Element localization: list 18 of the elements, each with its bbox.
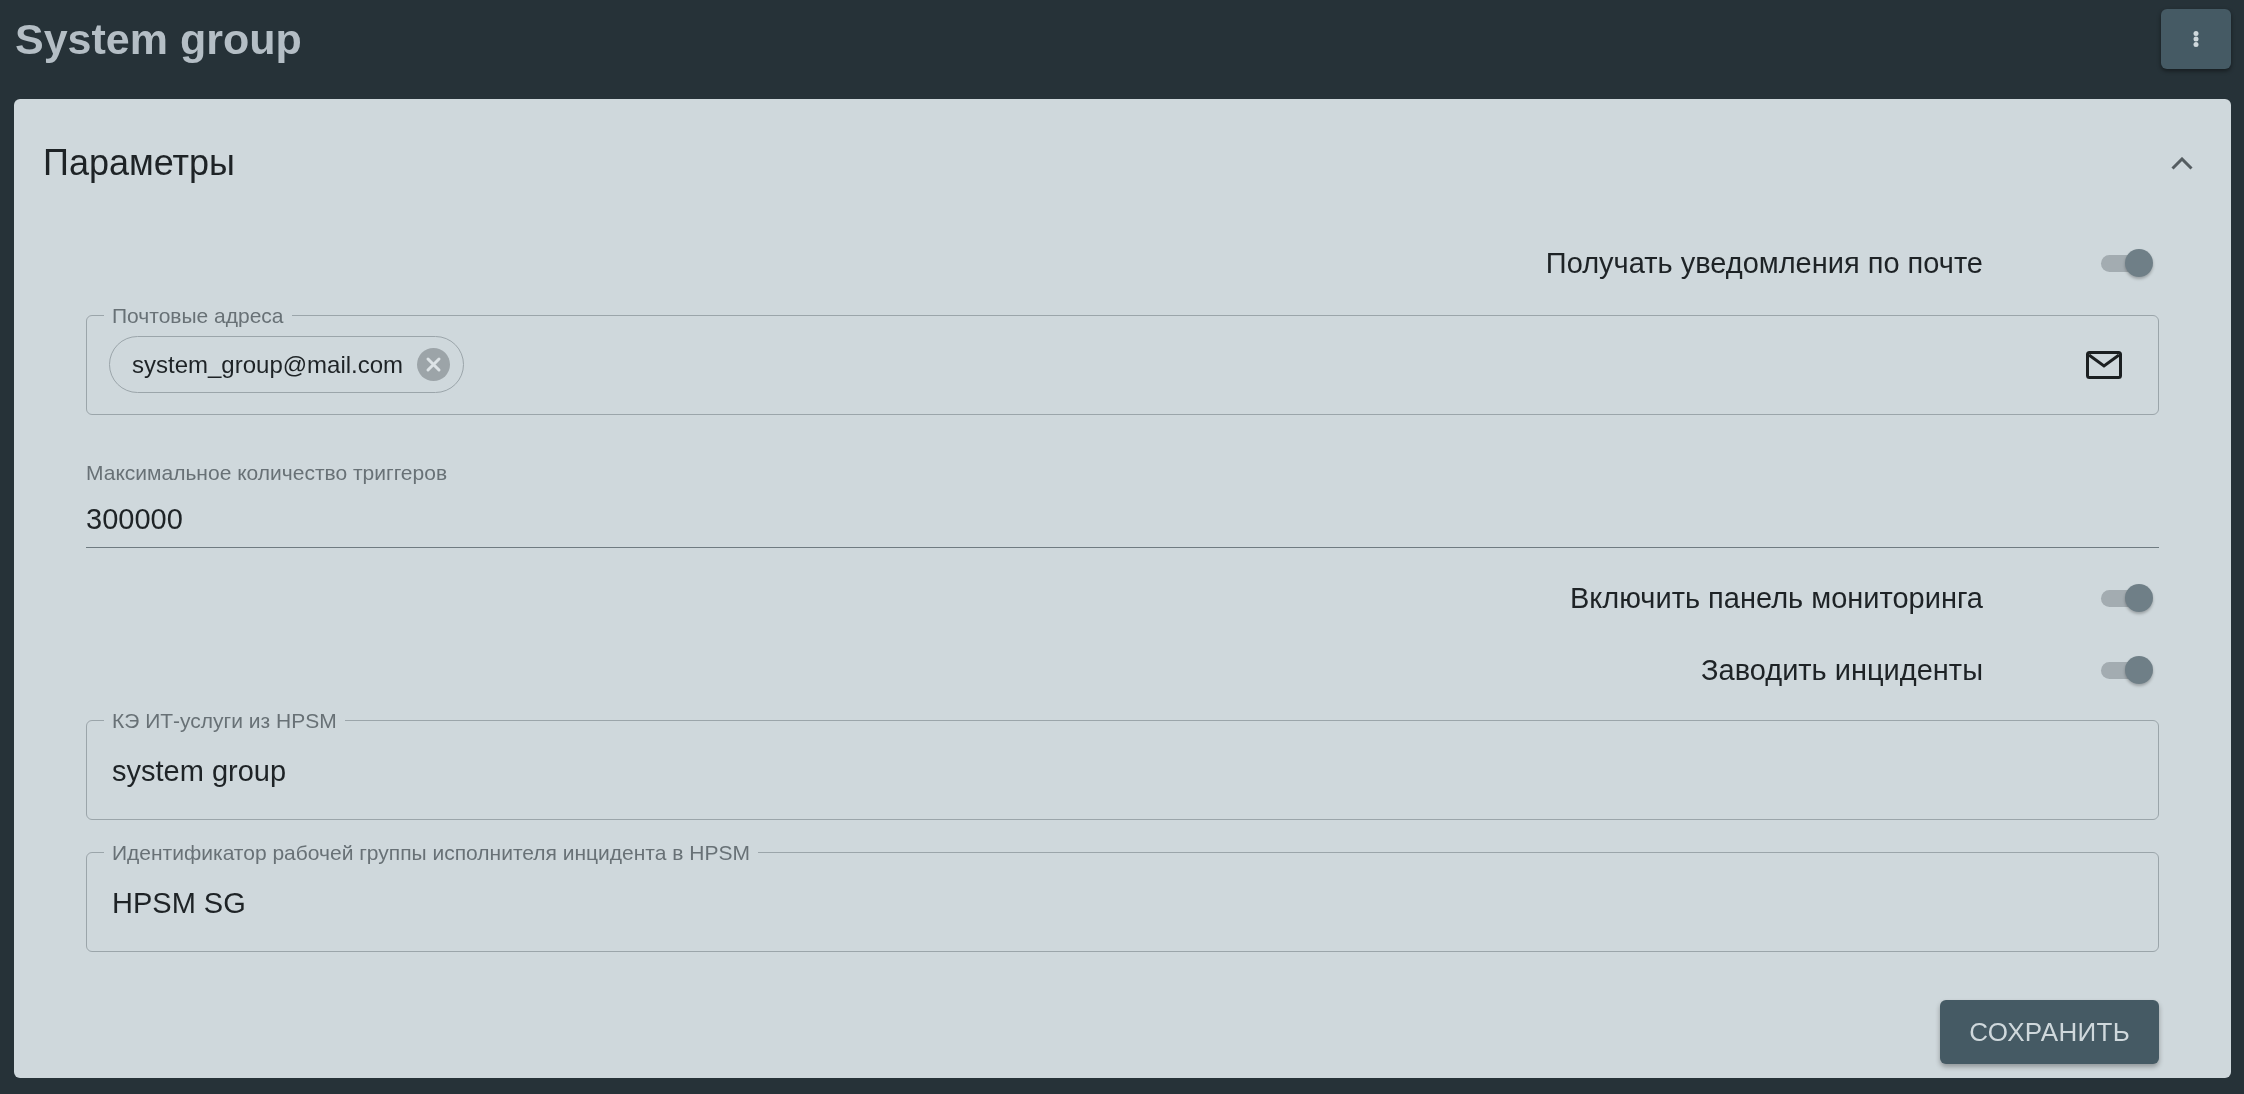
field-label: Максимальное количество триггеров xyxy=(86,461,449,485)
text-input[interactable]: HPSM SG xyxy=(109,884,2122,924)
envelope-icon xyxy=(2086,350,2122,379)
outlined-field[interactable]: Идентификатор рабочей группы исполнителя инцидента в HPSM HPSM SG xyxy=(86,842,2159,952)
chevron-up-icon[interactable] xyxy=(2171,156,2193,170)
save-button[interactable]: СОХРАНИТЬ xyxy=(1940,1000,2159,1064)
toggle-label: Заводить инциденты xyxy=(1701,652,1983,688)
field-label: Почтовые адреса xyxy=(111,305,285,326)
page-title: System group xyxy=(15,14,302,64)
vertical-dots-icon xyxy=(2193,31,2199,47)
section-title: Параметры xyxy=(43,141,235,185)
text-input[interactable]: system group xyxy=(109,752,2122,792)
text-field[interactable]: 300000 xyxy=(86,492,2159,548)
toggle-label: Получать уведомления по почте xyxy=(1545,245,1983,281)
close-icon[interactable] xyxy=(417,348,451,381)
field-label: Идентификатор рабочей группы исполнителя инцидента в HPSM xyxy=(111,842,751,863)
field-label: КЭ ИТ-услуги из HPSM xyxy=(111,710,338,731)
toggle-label: Включить панель мониторинга xyxy=(1569,580,1983,616)
